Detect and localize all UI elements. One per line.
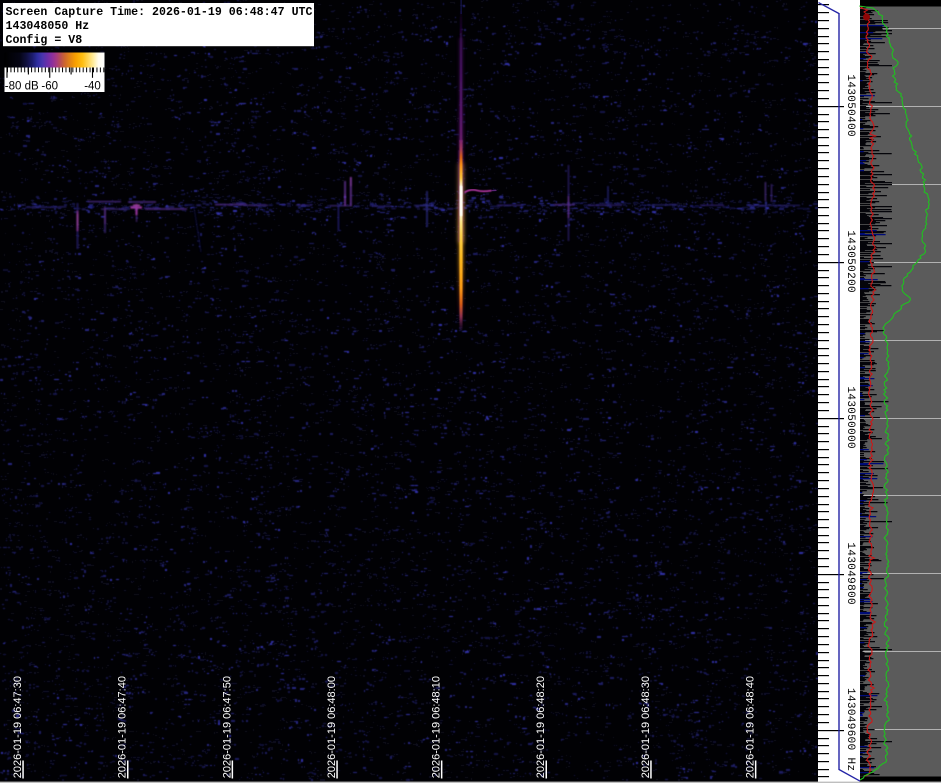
svg-text:Screen Capture Time: 2026-01-1: Screen Capture Time: 2026-01-19 06:48:47… xyxy=(6,6,313,19)
svg-text:2026-01-19 06:47:40: 2026-01-19 06:47:40 xyxy=(117,676,129,778)
svg-text:-60: -60 xyxy=(41,80,58,92)
svg-text:143050200: 143050200 xyxy=(844,230,856,293)
svg-text:-80 dB: -80 dB xyxy=(5,80,39,92)
svg-text:-40: -40 xyxy=(84,80,101,92)
svg-text:Config = V8: Config = V8 xyxy=(6,34,83,47)
svg-text:2026-01-19 06:48:10: 2026-01-19 06:48:10 xyxy=(431,676,443,778)
svg-text:2026-01-19 06:48:20: 2026-01-19 06:48:20 xyxy=(535,676,547,778)
svg-text:2026-01-19 06:48:30: 2026-01-19 06:48:30 xyxy=(640,676,652,778)
svg-text:2026-01-19 06:48:40: 2026-01-19 06:48:40 xyxy=(745,676,757,778)
svg-text:143049800: 143049800 xyxy=(844,542,856,605)
svg-text:2026-01-19 06:47:50: 2026-01-19 06:47:50 xyxy=(221,676,233,778)
svg-text:2026-01-19 06:48:00: 2026-01-19 06:48:00 xyxy=(326,676,338,778)
svg-text:2026-01-19 06:47:30: 2026-01-19 06:47:30 xyxy=(12,676,24,778)
svg-text:143049600 Hz: 143049600 Hz xyxy=(844,688,856,771)
svg-text:143048050 Hz: 143048050 Hz xyxy=(6,20,90,33)
svg-text:143050000: 143050000 xyxy=(844,386,856,449)
svg-text:143050400: 143050400 xyxy=(844,74,856,137)
